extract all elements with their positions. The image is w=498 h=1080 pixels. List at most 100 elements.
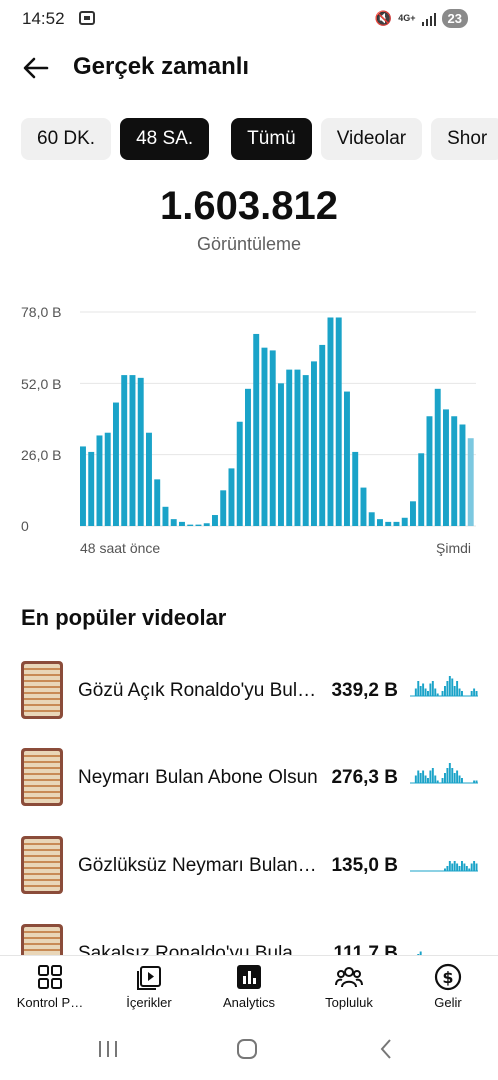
chart-bar[interactable] — [459, 424, 466, 526]
chart-bar[interactable] — [311, 361, 317, 526]
chart-bar[interactable] — [410, 501, 416, 526]
chart-bar[interactable] — [253, 333, 260, 526]
chart-bar[interactable] — [344, 391, 350, 526]
chart-bar[interactable] — [426, 416, 433, 526]
chart-bar[interactable] — [228, 468, 235, 526]
video-sparkline — [410, 763, 478, 784]
video-sparkline — [417, 951, 422, 955]
sparkline-bar — [448, 676, 451, 696]
chart-bar[interactable] — [195, 524, 202, 526]
chart-bar[interactable] — [467, 438, 474, 526]
sparkline-bar — [461, 778, 463, 783]
sparkline-bar — [444, 686, 446, 696]
home-icon[interactable] — [235, 1037, 259, 1061]
chart-bar[interactable] — [162, 506, 169, 526]
chart-bar[interactable] — [443, 409, 449, 526]
chart-bar[interactable] — [377, 519, 383, 526]
chart-bar[interactable] — [393, 521, 400, 526]
signal-icon — [421, 12, 436, 26]
chart-bar[interactable] — [294, 369, 301, 526]
chart-bar[interactable] — [80, 446, 86, 526]
video-thumbnail — [21, 661, 63, 719]
screen-record-icon — [79, 11, 95, 25]
video-title: Gözlüksüz Neymarı Bulan Abone Olsun — [78, 855, 320, 876]
sparkline-bar — [444, 868, 446, 871]
earn-icon: $ — [434, 963, 462, 991]
chart-bar[interactable] — [434, 388, 441, 526]
sparkline-bar — [448, 861, 451, 871]
chart-bar[interactable] — [96, 435, 103, 526]
video-views: 276,3 B — [331, 767, 398, 788]
sparkline-bar — [465, 866, 468, 871]
battery-level: 23 — [441, 9, 468, 28]
chart-bar[interactable] — [203, 523, 210, 526]
chart-bar[interactable] — [104, 432, 111, 526]
chart-bar[interactable] — [352, 451, 359, 526]
chart-bar[interactable] — [121, 375, 128, 526]
chart-bar[interactable] — [113, 402, 119, 526]
chip-videos[interactable]: Videolar — [320, 118, 423, 160]
chart-bar[interactable] — [187, 524, 194, 526]
chart-bar[interactable] — [129, 375, 136, 526]
chip-all[interactable]: Tümü — [231, 118, 312, 160]
sparkline-bar — [453, 861, 456, 871]
video-views: 339,2 B — [331, 680, 398, 701]
back-arrow-icon[interactable] — [20, 52, 52, 84]
video-row[interactable]: Gözlüksüz Neymarı Bulan Abone Olsun 135,… — [0, 833, 498, 897]
chart-bar[interactable] — [236, 421, 243, 526]
sparkline-bar — [444, 773, 446, 783]
nav-earn[interactable]: $ Gelir — [398, 956, 498, 1018]
chart-bar[interactable] — [401, 517, 408, 526]
chart-bar[interactable] — [418, 453, 425, 526]
sparkline-bar — [434, 688, 437, 696]
nav-analytics[interactable]: Analytics — [199, 956, 299, 1018]
nav-content[interactable]: İçerikler — [99, 956, 199, 1018]
chart-bar[interactable] — [319, 344, 326, 526]
sparkline-bar — [431, 768, 434, 783]
chip-shorts[interactable]: Shor — [431, 118, 498, 160]
chart-bar[interactable] — [154, 479, 161, 526]
chart-bar[interactable] — [385, 521, 392, 526]
chart-bar[interactable] — [137, 377, 144, 526]
sparkline-bar — [441, 691, 444, 696]
video-views: 111,7 B — [333, 943, 398, 955]
sparkline-bar — [451, 678, 454, 696]
chart-bar[interactable] — [88, 451, 95, 526]
app-header: Gerçek zamanlı — [0, 40, 498, 96]
chart-bar[interactable] — [179, 521, 185, 526]
nav-community[interactable]: Topluluk — [299, 956, 399, 1018]
chart-bar[interactable] — [335, 317, 342, 526]
video-row[interactable]: Gözü Açık Ronaldo'yu Bulan Abone Olsun 3… — [0, 658, 498, 722]
nav-dashboard[interactable]: Kontrol P… — [0, 956, 100, 1018]
recent-apps-icon[interactable] — [96, 1037, 120, 1061]
sparkline-bar — [427, 778, 429, 783]
chip-60-min[interactable]: 60 DK. — [21, 118, 112, 160]
chart-bar[interactable] — [220, 490, 227, 526]
chart-bar[interactable] — [302, 375, 309, 526]
chart-bar[interactable] — [286, 369, 293, 526]
nav-label: İçerikler — [126, 995, 172, 1010]
chip-48-hours[interactable]: 48 SA. — [120, 118, 210, 160]
system-back-icon[interactable] — [375, 1037, 399, 1061]
chart-bar[interactable] — [269, 350, 276, 526]
nav-label: Gelir — [434, 995, 462, 1010]
chart-bar[interactable] — [245, 388, 251, 526]
chart-bar[interactable] — [368, 512, 375, 526]
sparkline-bar — [461, 861, 463, 871]
video-row[interactable]: Sakalsız Ronaldo'yu Bulan Abone Olsun 11… — [0, 921, 498, 955]
sparkline-bar — [470, 863, 473, 871]
sparkline-bar — [451, 768, 454, 783]
chart-bar[interactable] — [261, 347, 268, 526]
sparkline-bar — [414, 775, 417, 783]
chart-bar[interactable] — [451, 416, 458, 526]
chart-bar[interactable] — [212, 515, 218, 526]
y-tick-label: 78,0 B — [21, 304, 62, 320]
chart-bar[interactable] — [278, 383, 284, 526]
chart-bar[interactable] — [360, 487, 367, 526]
chart-bar[interactable] — [327, 317, 334, 526]
nav-label: Kontrol P… — [16, 995, 84, 1010]
chart-bar[interactable] — [170, 519, 177, 526]
chart-bar[interactable] — [146, 432, 152, 526]
video-row[interactable]: Neymarı Bulan Abone Olsun 276,3 B — [0, 745, 498, 809]
sparkline-bar — [468, 868, 471, 871]
